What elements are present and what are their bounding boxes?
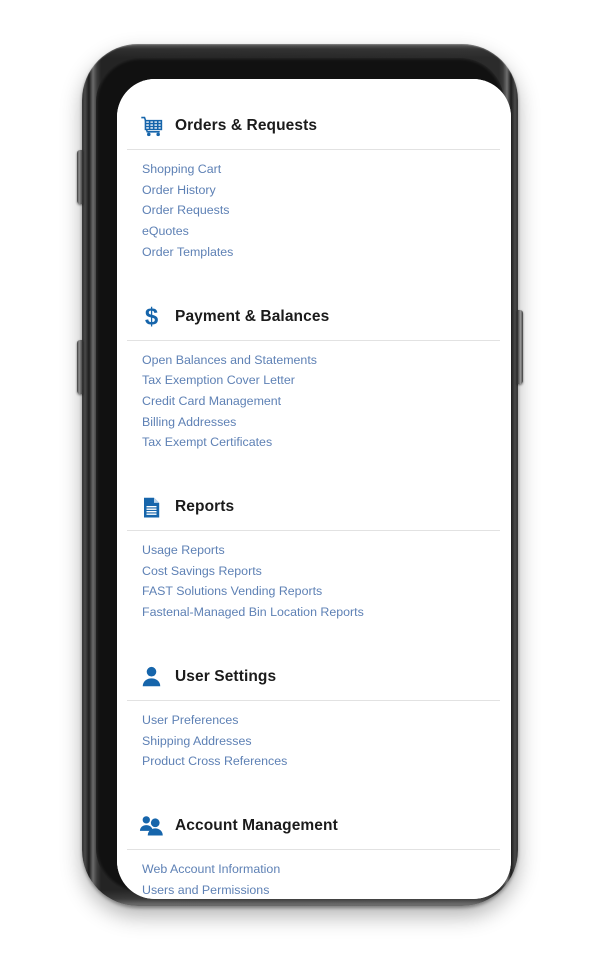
phone-screen: Orders & Requests Shopping Cart Order Hi… bbox=[117, 79, 511, 899]
menu-link-users-and-permissions[interactable]: Users and Permissions bbox=[122, 880, 506, 899]
menu-link-billing-addresses[interactable]: Billing Addresses bbox=[122, 412, 506, 433]
menu-link-order-requests[interactable]: Order Requests bbox=[122, 200, 506, 221]
menu-link-credit-card-management[interactable]: Credit Card Management bbox=[122, 391, 506, 412]
menu-link-order-templates[interactable]: Order Templates bbox=[122, 242, 506, 263]
menu-link-user-preferences[interactable]: User Preferences bbox=[122, 710, 506, 731]
power-button[interactable] bbox=[517, 310, 523, 384]
volume-up-button[interactable] bbox=[77, 150, 83, 204]
person-icon bbox=[138, 664, 164, 690]
menu-link-list: Open Balances and Statements Tax Exempti… bbox=[122, 341, 506, 454]
shopping-cart-icon bbox=[138, 113, 164, 139]
menu-link-tax-exempt-certificates[interactable]: Tax Exempt Certificates bbox=[122, 432, 506, 453]
menu-link-fastenal-managed-bin-location-reports[interactable]: Fastenal-Managed Bin Location Reports bbox=[122, 602, 506, 623]
menu-link-list: User Preferences Shipping Addresses Prod… bbox=[122, 701, 506, 772]
menu-link-web-account-information[interactable]: Web Account Information bbox=[122, 859, 506, 880]
volume-down-button[interactable] bbox=[77, 340, 83, 394]
section-title: Account Management bbox=[175, 816, 338, 834]
section-title: Orders & Requests bbox=[175, 117, 318, 134]
menu-link-usage-reports[interactable]: Usage Reports bbox=[122, 540, 506, 561]
menu-link-cost-savings-reports[interactable]: Cost Savings Reports bbox=[122, 561, 506, 582]
section-title: Payment & Balances bbox=[175, 307, 330, 325]
menu-link-open-balances-statements[interactable]: Open Balances and Statements bbox=[122, 350, 506, 371]
section-title: Reports bbox=[175, 498, 235, 516]
section-payment-balances: $ Payment & Balances Open Balances and S… bbox=[117, 263, 511, 454]
menu-link-fast-solutions-vending-reports[interactable]: FAST Solutions Vending Reports bbox=[122, 581, 506, 602]
section-header: Reports bbox=[122, 490, 506, 524]
menu-link-equotes[interactable]: eQuotes bbox=[122, 221, 506, 242]
dollar-sign-icon: $ bbox=[138, 304, 164, 330]
section-header: $ Payment & Balances bbox=[122, 300, 506, 334]
section-orders-requests: Orders & Requests Shopping Cart Order Hi… bbox=[117, 79, 511, 263]
device-inner-bezel: Orders & Requests Shopping Cart Order Hi… bbox=[96, 58, 511, 899]
svg-text:$: $ bbox=[144, 304, 157, 329]
menu-link-list: Web Account Information Users and Permis… bbox=[122, 850, 506, 899]
section-title: User Settings bbox=[175, 667, 277, 685]
people-group-icon bbox=[138, 813, 164, 839]
menu-link-tax-exemption-cover-letter[interactable]: Tax Exemption Cover Letter bbox=[122, 370, 506, 391]
document-icon bbox=[138, 494, 164, 520]
account-menu-page: Orders & Requests Shopping Cart Order Hi… bbox=[117, 79, 511, 899]
section-reports: Reports Usage Reports Cost Savings Repor… bbox=[117, 453, 511, 623]
menu-link-product-cross-references[interactable]: Product Cross References bbox=[122, 751, 506, 772]
section-header: Account Management bbox=[122, 809, 506, 843]
section-header: User Settings bbox=[122, 660, 506, 694]
menu-link-shipping-addresses[interactable]: Shipping Addresses bbox=[122, 731, 506, 752]
menu-link-list: Usage Reports Cost Savings Reports FAST … bbox=[122, 531, 506, 623]
section-account-management: Account Management Web Account Informati… bbox=[117, 772, 511, 899]
menu-link-order-history[interactable]: Order History bbox=[122, 180, 506, 201]
phone-device-frame: Orders & Requests Shopping Cart Order Hi… bbox=[77, 44, 523, 906]
menu-link-shopping-cart[interactable]: Shopping Cart bbox=[122, 159, 506, 180]
section-user-settings: User Settings User Preferences Shipping … bbox=[117, 623, 511, 772]
section-header: Orders & Requests bbox=[122, 109, 506, 143]
menu-link-list: Shopping Cart Order History Order Reques… bbox=[122, 150, 506, 263]
